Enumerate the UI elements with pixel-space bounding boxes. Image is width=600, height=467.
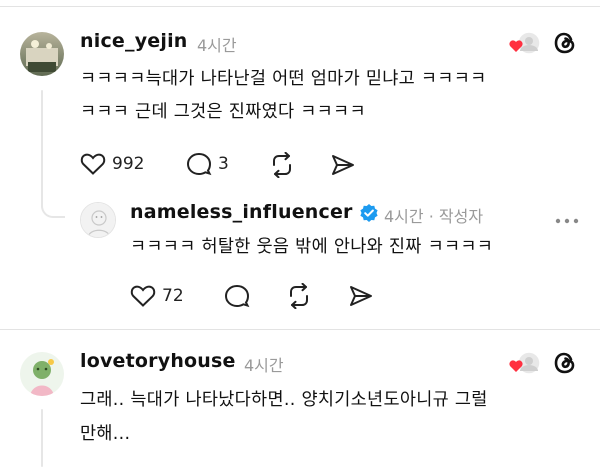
heart-icon [130, 285, 156, 307]
repost-icon[interactable] [268, 151, 296, 179]
reply-button[interactable]: 3 [186, 152, 229, 176]
comment-text-line: ㅋㅋㅋㅋ늑대가 나타난걸 어떤 엄마가 믿냐고 ㅋㅋㅋㅋ [80, 69, 487, 89]
timestamp: 4시간 [197, 36, 237, 55]
comment-text-line: ㅋㅋㅋ 근데 그것은 진짜였다 ㅋㅋㅋㅋ [80, 102, 366, 122]
threads-logo-icon[interactable] [552, 350, 578, 376]
username[interactable]: nice_yejin [80, 30, 188, 52]
avatar[interactable] [80, 202, 116, 238]
like-count: 992 [112, 154, 145, 174]
send-icon[interactable] [330, 153, 356, 177]
comment-text-line: 만해... [80, 424, 131, 444]
send-icon[interactable] [348, 284, 374, 308]
avatar[interactable] [20, 32, 64, 76]
comment-text-line: 그래.. 늑대가 나타났다하면.. 양치기소년도아니규 그럴 [80, 390, 488, 410]
comment-text-line: ㅋㅋㅋㅋ 허탈한 웃음 밖에 안나와 진짜 ㅋㅋㅋㅋ [130, 237, 494, 257]
reply-connector [41, 196, 65, 218]
username[interactable]: nameless_influencer [130, 201, 353, 223]
thread-line [41, 409, 43, 467]
username[interactable]: lovetoryhouse [80, 350, 236, 372]
timestamp: 4시간 · 작성자 [384, 207, 484, 226]
thread-line [41, 90, 43, 208]
comment-icon [186, 152, 212, 176]
like-count: 72 [162, 286, 184, 306]
timestamp: 4시간 [244, 356, 284, 375]
more-icon[interactable] [554, 210, 580, 224]
like-button[interactable]: 992 [80, 152, 144, 176]
comment-icon [224, 284, 250, 308]
like-button[interactable]: 72 [130, 284, 184, 308]
repost-icon[interactable] [285, 282, 313, 310]
verified-badge-icon [359, 203, 379, 223]
top-divider [0, 6, 600, 7]
liked-by-author-avatar [507, 350, 541, 376]
threads-logo-icon[interactable] [552, 30, 578, 56]
liked-by-author-avatar [507, 30, 541, 56]
avatar[interactable] [20, 352, 64, 396]
reply-button[interactable] [224, 284, 250, 308]
heart-icon [80, 153, 106, 175]
divider [0, 329, 600, 330]
reply-count: 3 [218, 154, 229, 174]
